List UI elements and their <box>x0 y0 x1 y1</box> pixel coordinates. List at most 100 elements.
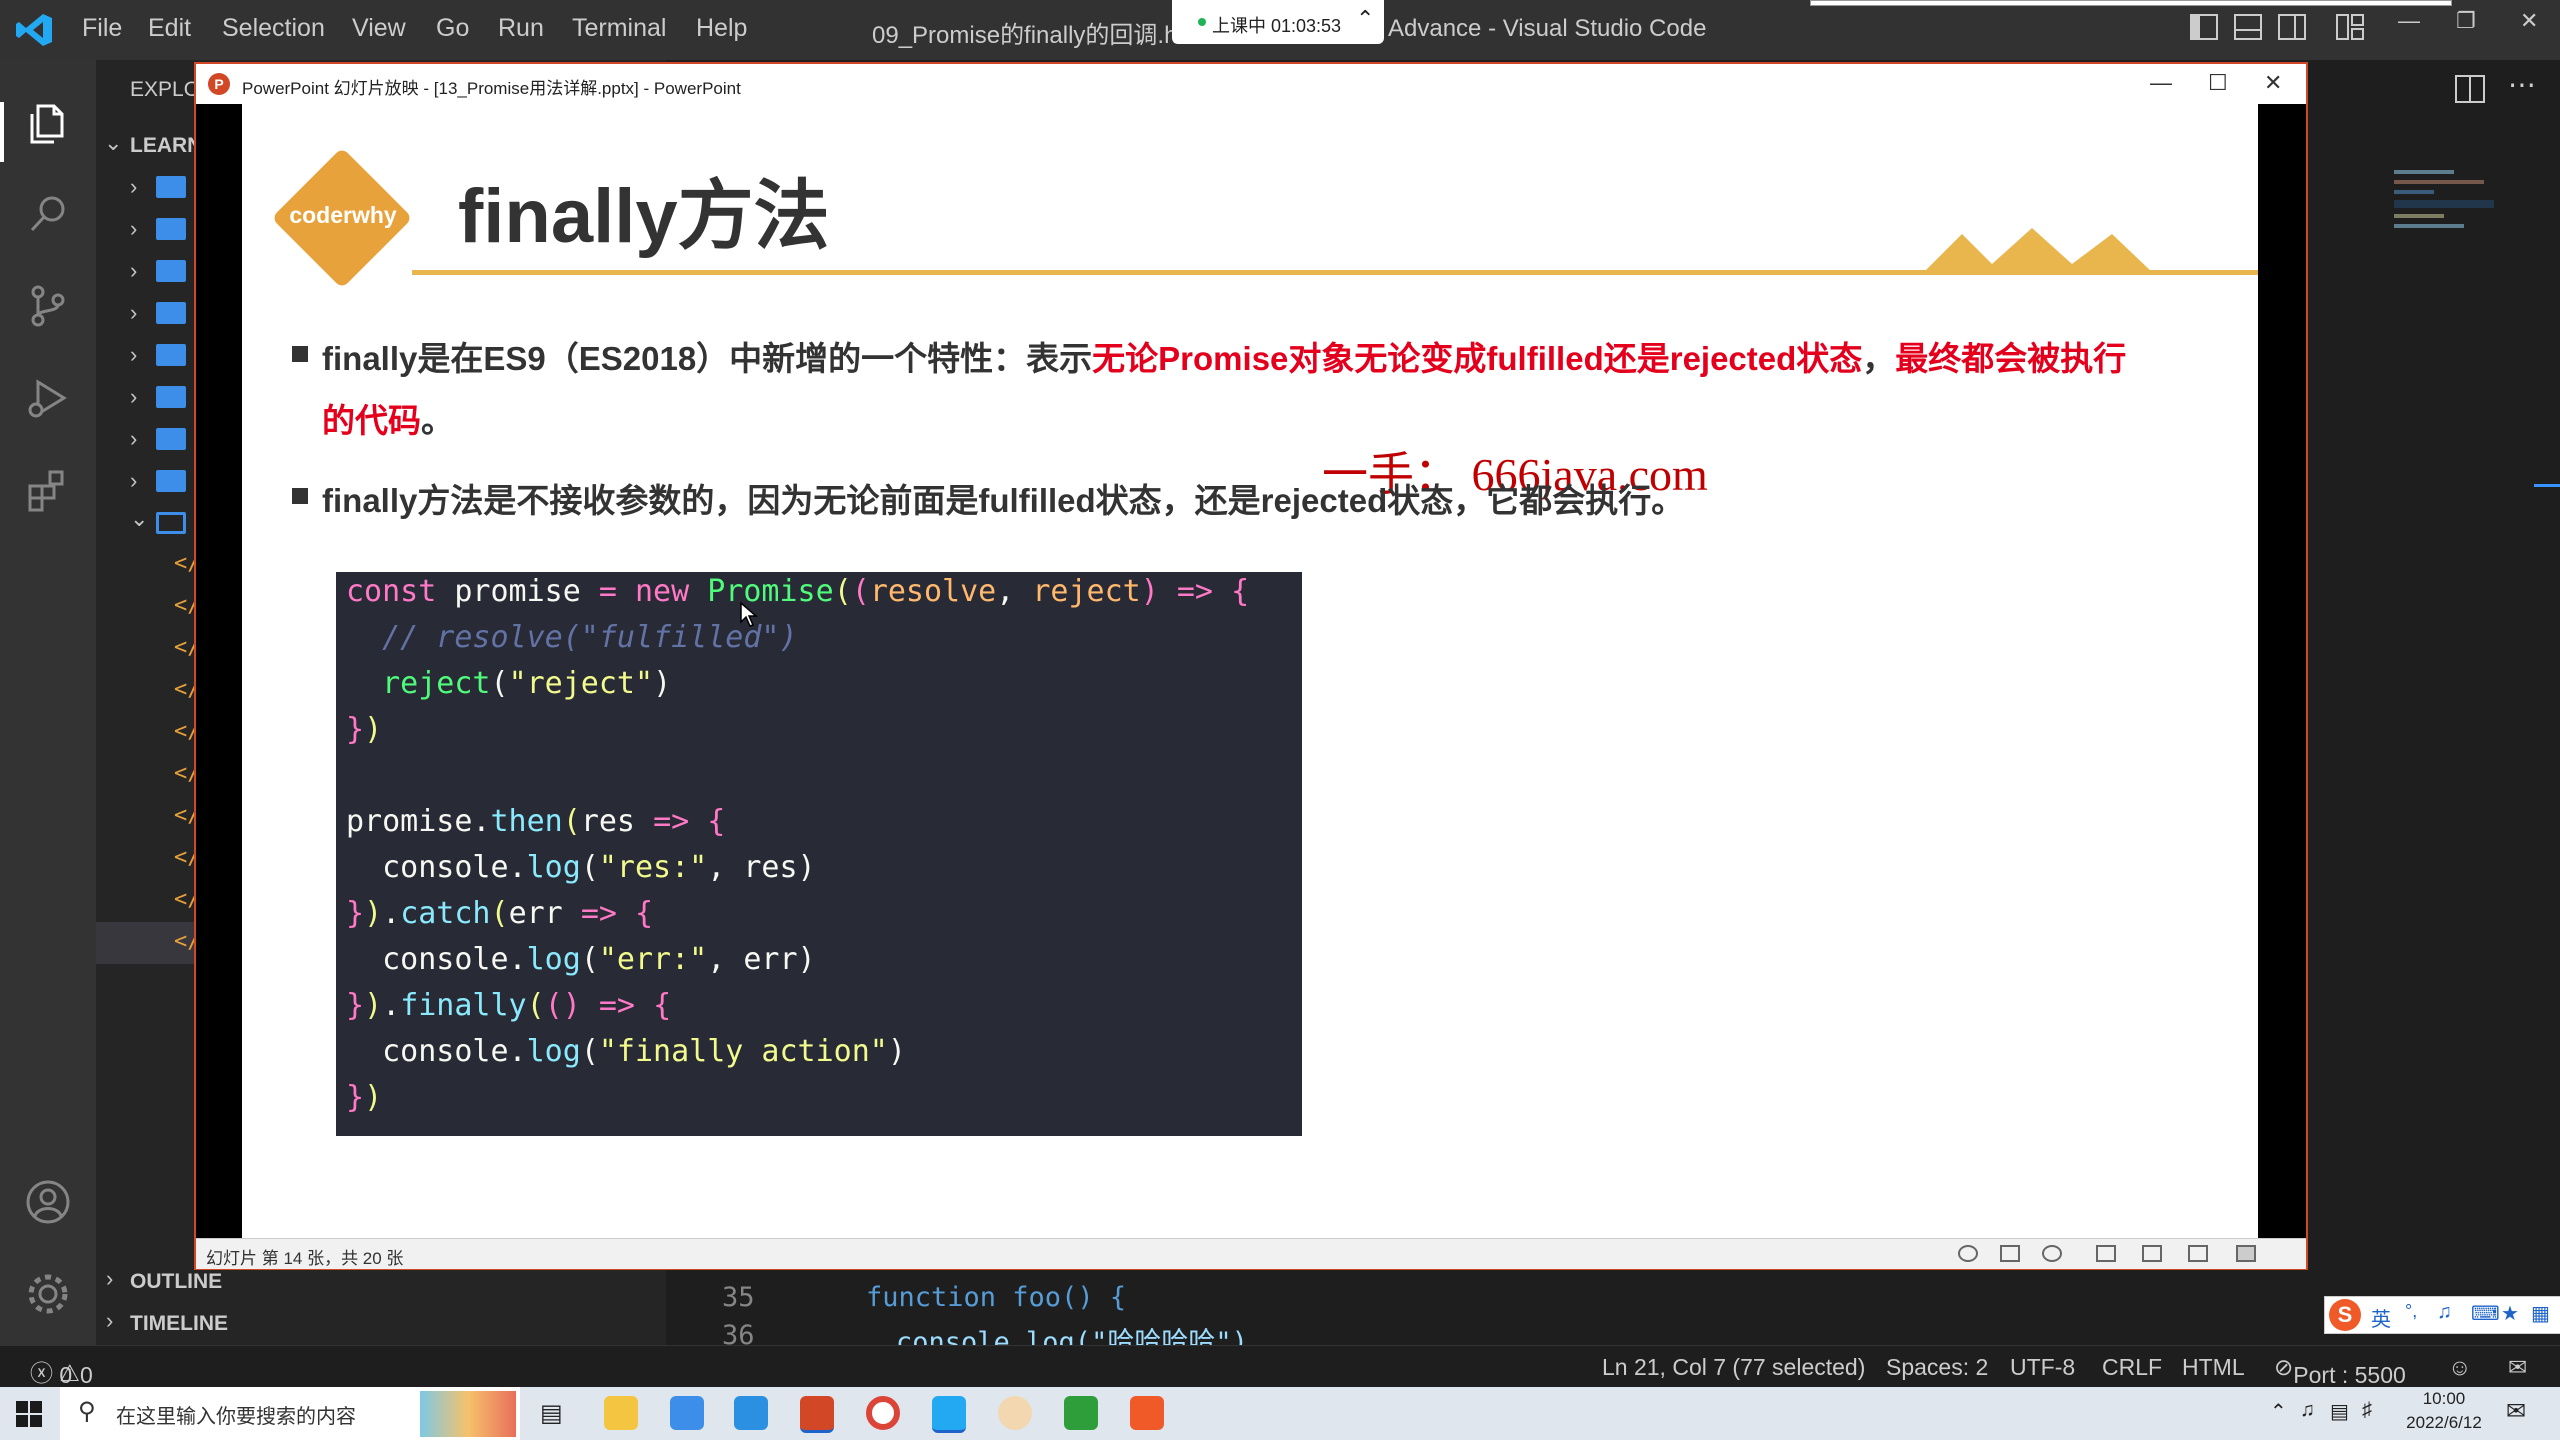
errors-value: 0 <box>59 1362 73 1388</box>
vscode-logo-icon <box>16 14 52 46</box>
feedback-icon[interactable]: ☺ <box>2448 1354 2471 1381</box>
toggle-secondary-sidebar-icon[interactable] <box>2278 14 2306 46</box>
line-ending[interactable]: CRLF <box>2102 1354 2162 1381</box>
more-actions-icon[interactable]: ⋯ <box>2508 68 2536 101</box>
ime-language[interactable]: 英 <box>2371 1303 2391 1332</box>
app-icon-orange[interactable] <box>1130 1396 1164 1430</box>
menu-view[interactable]: View <box>352 14 406 43</box>
bullet-1-highlight: 无论Promise对象无论变成fulfilled还是rejected状态 <box>1092 340 1863 377</box>
clock-date[interactable]: 2022/6/12 <box>2394 1413 2494 1433</box>
slideshow-view-icon[interactable] <box>2236 1245 2256 1262</box>
ime-skin-icon[interactable]: ★ <box>2501 1301 2519 1326</box>
timeline-label: TIMELINE <box>130 1312 228 1335</box>
volume-icon[interactable]: ♯ <box>2362 1399 2372 1422</box>
file-explorer-icon[interactable] <box>604 1396 638 1430</box>
slide-menu-icon[interactable] <box>2000 1245 2020 1262</box>
error-count[interactable]: ⓧ 0 ⚠ 0 <box>30 1354 93 1388</box>
recording-dot-icon <box>1198 18 1206 26</box>
menu-go[interactable]: Go <box>436 14 469 43</box>
toggle-sidebar-icon[interactable] <box>2190 14 2218 46</box>
sogou-logo-icon: S <box>2329 1299 2361 1331</box>
run-debug-icon[interactable] <box>24 374 72 422</box>
menu-selection[interactable]: Selection <box>222 14 325 43</box>
action-center-icon[interactable]: ✉ <box>2506 1397 2526 1426</box>
customize-layout-icon[interactable] <box>2336 14 2364 46</box>
menu-edit[interactable]: Edit <box>148 14 191 43</box>
powerpoint-app-icon: P <box>208 73 230 95</box>
code-block: const promise = new Promise((resolve, re… <box>336 572 1302 1136</box>
ppt-minimize-icon[interactable]: — <box>2150 70 2172 96</box>
search-icon[interactable] <box>24 190 72 238</box>
close-icon[interactable]: ✕ <box>2520 8 2538 34</box>
source-control-icon[interactable] <box>24 282 72 330</box>
split-editor-icon[interactable] <box>2454 74 2486 104</box>
bullet-1-line-2: 的代码。 <box>322 394 454 442</box>
slide-title: finally方法 <box>458 174 830 259</box>
outline-label: OUTLINE <box>130 1270 223 1293</box>
task-view-icon[interactable]: ▤ <box>540 1399 563 1428</box>
menu-run[interactable]: Run <box>498 14 544 43</box>
microphone-icon[interactable]: ♫ <box>2300 1399 2315 1422</box>
code-line: // resolve("fulfilled") <box>382 620 798 655</box>
ppt-close-icon[interactable]: ✕ <box>2264 70 2282 96</box>
ppt-maximize-icon[interactable]: ☐ <box>2208 70 2228 96</box>
windows-taskbar: ⚲ 在这里输入你要搜索的内容 ▤ ⌃ ♫ ▤ ♯ 10:00 2022/6/12… <box>0 1387 2560 1440</box>
taskbar-search[interactable]: ⚲ 在这里输入你要搜索的内容 <box>60 1387 520 1440</box>
show-hidden-icons-icon[interactable]: ⌃ <box>2270 1399 2287 1424</box>
reading-view-icon[interactable] <box>2188 1245 2208 1262</box>
search-placeholder: 在这里输入你要搜索的内容 <box>116 1406 356 1428</box>
toggle-panel-icon[interactable] <box>2234 14 2262 46</box>
code-line: }).catch(err => { <box>346 896 654 931</box>
code-line: }) <box>346 712 383 747</box>
indentation[interactable]: Spaces: 2 <box>1886 1354 1988 1381</box>
slide[interactable]: coderwhy finally方法 finally是在ES9（ES2018）中… <box>242 104 2258 1238</box>
ime-keyboard-icon[interactable]: ⌨ <box>2471 1301 2500 1326</box>
live-server-port[interactable]: ⊘ Port : 5500 <box>2274 1354 2406 1388</box>
powerpoint-taskbar-icon[interactable] <box>800 1396 834 1433</box>
clock-time[interactable]: 10:00 <box>2394 1389 2494 1409</box>
avatar-app-icon[interactable] <box>998 1396 1032 1430</box>
extensions-icon[interactable] <box>24 466 72 514</box>
normal-view-icon[interactable] <box>2096 1245 2116 1262</box>
vscode-taskbar-icon[interactable] <box>932 1396 966 1433</box>
code-line: console.log("err:", err) <box>346 942 816 977</box>
ime-toolbar[interactable]: S 英 °, ♫ ⌨ ★ ▦ <box>2324 1296 2560 1334</box>
maximize-icon[interactable]: ❐ <box>2456 8 2476 34</box>
cursor-position[interactable]: Ln 21, Col 7 (77 selected) <box>1602 1354 1865 1381</box>
recording-badge[interactable]: 上课中 01:03:53 ⌃ <box>1172 0 1384 44</box>
encoding[interactable]: UTF-8 <box>2010 1354 2075 1381</box>
windows-start-icon[interactable] <box>16 1401 42 1427</box>
accounts-icon[interactable] <box>24 1178 72 1226</box>
app-icon-green[interactable] <box>1064 1396 1098 1430</box>
line-number: 35 <box>722 1282 755 1313</box>
chevron-right-icon: › <box>130 468 138 493</box>
menu-help[interactable]: Help <box>696 14 747 43</box>
ime-mic-icon[interactable]: ♫ <box>2437 1301 2452 1324</box>
ime-tools-icon[interactable]: ▦ <box>2531 1301 2550 1326</box>
language-mode[interactable]: HTML <box>2182 1354 2245 1381</box>
menu-terminal[interactable]: Terminal <box>572 14 666 43</box>
mouse-cursor-icon <box>740 602 758 627</box>
chrome-icon[interactable] <box>866 1396 900 1430</box>
ime-punct-icon[interactable]: °, <box>2405 1301 2417 1322</box>
powerpoint-window-title: PowerPoint 幻灯片放映 - [13_Promise用法详解.pptx]… <box>242 79 741 98</box>
chevron-right-icon: › <box>130 426 138 451</box>
next-slide-icon[interactable] <box>2042 1245 2062 1262</box>
bullet-1-period: 。 <box>421 402 454 439</box>
menu-file[interactable]: File <box>82 14 122 43</box>
overlay-window-edge <box>1810 0 2452 6</box>
previous-slide-icon[interactable] <box>1958 1245 1978 1262</box>
folder-icon <box>156 470 186 492</box>
explorer-icon[interactable] <box>24 100 72 148</box>
chevron-up-icon[interactable]: ⌃ <box>1356 6 1374 32</box>
app-icon-feishu[interactable] <box>734 1396 768 1430</box>
app-icon-blue[interactable] <box>670 1396 704 1430</box>
minimize-icon[interactable]: — <box>2398 8 2420 34</box>
minimap[interactable] <box>2394 164 2494 344</box>
network-icon[interactable]: ▤ <box>2330 1399 2349 1424</box>
manage-gear-icon[interactable] <box>24 1270 72 1318</box>
chevron-right-icon: › <box>130 216 138 241</box>
notifications-icon[interactable]: ✉ <box>2508 1354 2527 1381</box>
slide-sorter-icon[interactable] <box>2142 1245 2162 1262</box>
timeline-section[interactable]: › TIMELINE <box>96 1302 666 1344</box>
